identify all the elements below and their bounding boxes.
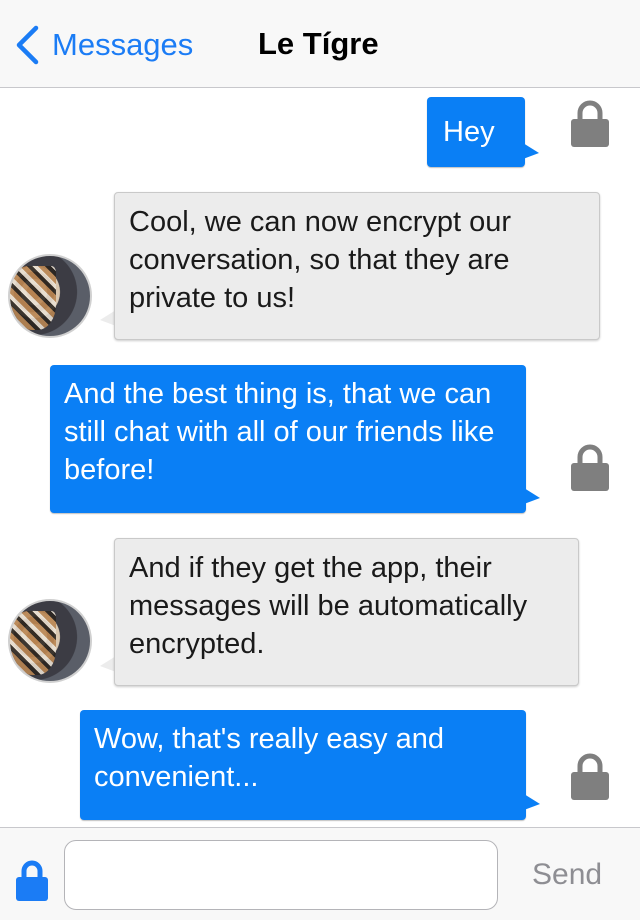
message-input[interactable]	[64, 840, 498, 910]
messages-screen: Messages Le Tígre Hey Cool, we can now e…	[0, 0, 640, 920]
message-text: And the best thing is, that we can still…	[64, 378, 495, 486]
message-text: Hey	[443, 116, 495, 148]
message-bubble-incoming[interactable]: And if they get the app, their messages …	[114, 538, 579, 686]
message-bubble-outgoing[interactable]: Hey	[427, 97, 525, 167]
message-text: Wow, that's really easy and convenient..…	[94, 723, 444, 793]
chevron-left-icon	[16, 25, 39, 65]
message-text: Cool, we can now encrypt our conversatio…	[129, 206, 512, 314]
navigation-bar: Messages Le Tígre	[0, 0, 640, 88]
message-bubble-outgoing[interactable]: And the best thing is, that we can still…	[50, 365, 526, 513]
message-bubble-incoming[interactable]: Cool, we can now encrypt our conversatio…	[114, 192, 600, 340]
lock-icon	[571, 444, 609, 491]
message-text: And if they get the app, their messages …	[129, 552, 528, 660]
avatar[interactable]	[8, 599, 92, 683]
bubble-tail	[524, 488, 540, 504]
message-bubble-outgoing[interactable]: Wow, that's really easy and convenient..…	[80, 710, 526, 820]
bubble-tail	[524, 794, 540, 810]
conversation-title: Le Tígre	[258, 26, 379, 61]
message-composer: Send	[0, 827, 640, 920]
lock-icon	[571, 100, 609, 147]
back-button-label: Messages	[52, 27, 194, 62]
lock-icon[interactable]	[15, 860, 49, 902]
lock-icon	[571, 753, 609, 800]
back-button[interactable]: Messages	[14, 24, 193, 66]
send-button[interactable]: Send	[532, 858, 602, 892]
avatar[interactable]	[8, 254, 92, 338]
bubble-tail	[523, 143, 539, 159]
